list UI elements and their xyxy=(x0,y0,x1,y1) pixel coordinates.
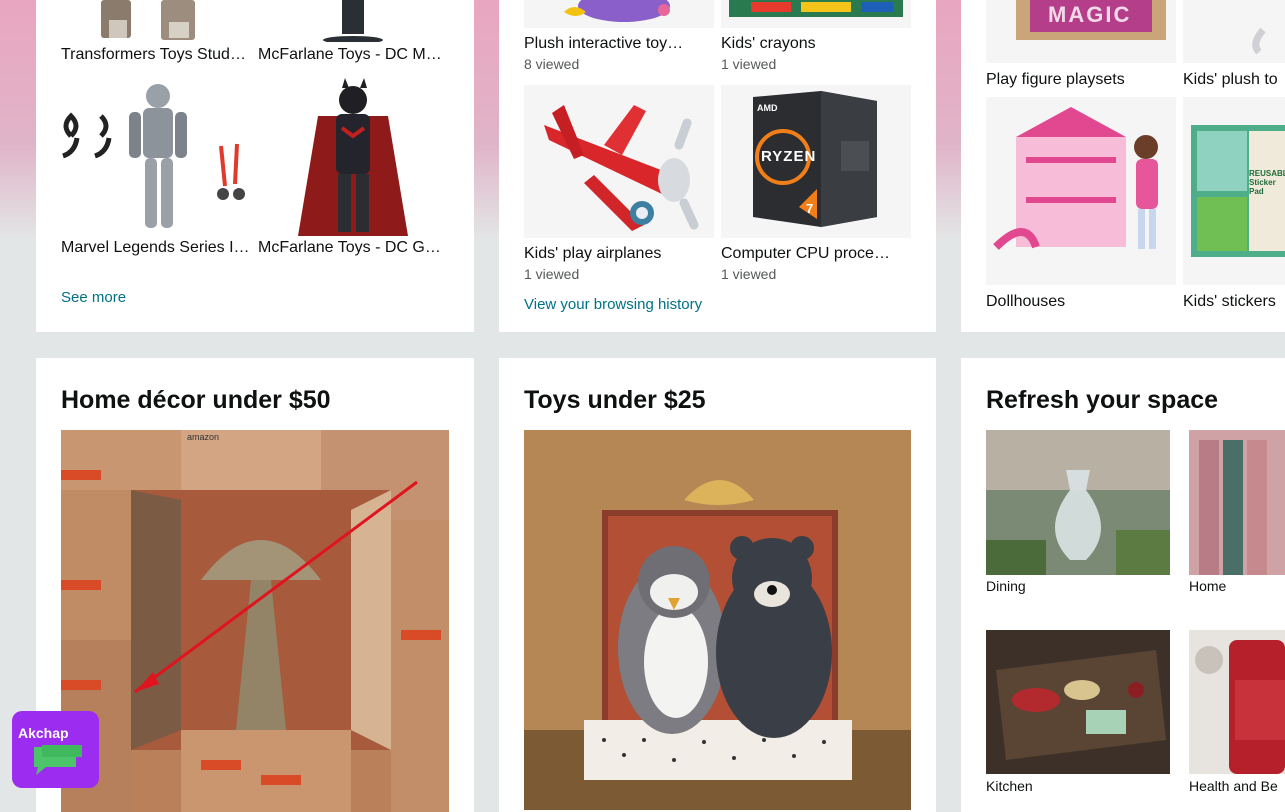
cpu-name-text: RYZEN xyxy=(761,148,817,165)
browsing-history-link[interactable]: View your browsing history xyxy=(524,296,702,313)
product-image-marvel-legends[interactable] xyxy=(61,76,251,236)
product-image-mcfarlane-dc[interactable] xyxy=(258,0,448,42)
view-count: 8 viewed xyxy=(524,56,580,72)
category-title[interactable]: Home xyxy=(1189,578,1226,594)
sticker-pad-text: REUSABLE Sticker Pad xyxy=(1249,169,1285,196)
category-title[interactable]: Dollhouses xyxy=(986,293,1176,311)
product-image-crayons[interactable] xyxy=(721,0,911,28)
category-title[interactable]: Kids' stickers xyxy=(1183,293,1285,311)
category-image-health-beauty[interactable] xyxy=(1189,630,1285,774)
category-title[interactable]: Kitchen xyxy=(986,778,1033,794)
product-title[interactable]: Kids' crayons xyxy=(721,35,906,53)
category-title[interactable]: Play figure playsets xyxy=(986,71,1176,89)
category-title[interactable]: Kids' plush to xyxy=(1183,71,1285,89)
category-image-kids-stickers[interactable]: REUSABLE Sticker Pad xyxy=(1183,97,1285,285)
product-title[interactable]: Marvel Legends Series I… xyxy=(61,239,251,257)
browsing-history-card: Plush interactive toy… 8 viewed Kids' cr… xyxy=(499,0,936,332)
playset-box-text: MAGIC xyxy=(1048,2,1132,27)
see-more-link[interactable]: See more xyxy=(61,289,126,306)
cpu-brand-text: AMD xyxy=(757,103,778,113)
box-brand-text: amazon xyxy=(187,432,220,442)
cpu-number-text: 7 xyxy=(806,201,814,216)
category-title[interactable]: Dining xyxy=(986,578,1026,594)
home-decor-card: Home décor under $50 amazon xyxy=(36,358,474,812)
toys-under-25-card: Toys under $25 xyxy=(499,358,936,812)
product-title[interactable]: Transformers Toys Stud… xyxy=(61,46,251,64)
chat-bubble-icon xyxy=(34,745,82,775)
category-image-play-figure-playsets[interactable]: MAGIC xyxy=(986,0,1176,63)
product-title[interactable]: McFarlane Toys - DC Ga… xyxy=(258,239,448,257)
view-count: 1 viewed xyxy=(721,56,777,72)
product-image-plush-toy[interactable] xyxy=(524,0,714,28)
product-title[interactable]: Computer CPU proce… xyxy=(721,245,906,263)
home-decor-image[interactable]: amazon xyxy=(61,430,449,812)
category-image-dollhouses[interactable] xyxy=(986,97,1176,285)
view-count: 1 viewed xyxy=(721,266,777,282)
category-image-kitchen[interactable] xyxy=(986,630,1170,774)
recommended-toys-card: Transformers Toys Stud… McFarlane Toys -… xyxy=(36,0,474,332)
product-title[interactable]: Kids' play airplanes xyxy=(524,245,709,263)
product-title[interactable]: McFarlane Toys - DC M… xyxy=(258,46,448,64)
card-title[interactable]: Home décor under $50 xyxy=(61,386,331,415)
product-image-transformers[interactable] xyxy=(61,0,251,42)
product-image-toy-airplane[interactable] xyxy=(524,85,714,238)
akchap-floating-button[interactable]: Akchap xyxy=(12,711,99,788)
category-title[interactable]: Health and Be xyxy=(1189,778,1278,794)
view-count: 1 viewed xyxy=(524,266,580,282)
product-title[interactable]: Plush interactive toy… xyxy=(524,35,709,53)
card-title[interactable]: Toys under $25 xyxy=(524,386,706,415)
product-image-cpu[interactable]: AMD RYZEN 7 xyxy=(721,85,911,238)
category-image-kids-plush[interactable] xyxy=(1183,0,1285,63)
category-image-dining[interactable] xyxy=(986,430,1170,575)
card-title[interactable]: Refresh your space xyxy=(986,386,1218,415)
toy-categories-card: MAGIC Play figure playsets Kids' plush t… xyxy=(961,0,1285,332)
product-image-mcfarlane-batman[interactable] xyxy=(258,76,448,236)
category-image-home[interactable] xyxy=(1189,430,1285,575)
refresh-your-space-card: Refresh your space Dining Home Kitchen H… xyxy=(961,358,1285,812)
toys-under-25-image[interactable] xyxy=(524,430,911,810)
